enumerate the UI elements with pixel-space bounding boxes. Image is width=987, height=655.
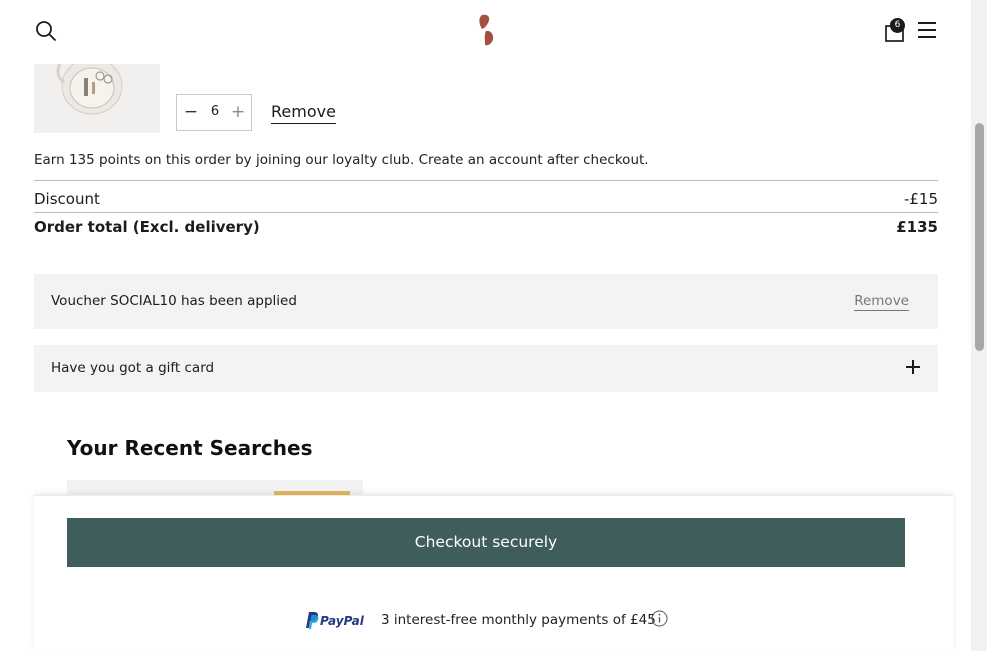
recent-searches-title: Your Recent Searches (67, 436, 313, 460)
search-icon[interactable] (34, 19, 58, 43)
site-header: 6 (0, 0, 971, 64)
discount-label: Discount (34, 190, 100, 208)
product-image[interactable] (34, 64, 160, 133)
paypal-installments-message: 3 interest-free monthly payments of £45 (381, 612, 656, 628)
increase-quantity-button[interactable]: + (230, 103, 246, 121)
scrollbar-thumb[interactable] (975, 123, 984, 351)
brand-logo[interactable] (476, 13, 498, 47)
divider (34, 180, 938, 181)
voucher-panel: Voucher SOCIAL10 has been applied Remove (34, 274, 938, 329)
voucher-applied-message: Voucher SOCIAL10 has been applied (51, 293, 297, 309)
paypal-logo: PayPal (304, 610, 370, 630)
plus-icon[interactable] (905, 359, 921, 375)
remove-voucher-link[interactable]: Remove (854, 293, 909, 311)
loyalty-message: Earn 135 points on this order by joining… (34, 152, 649, 168)
bag-count-badge: 6 (890, 18, 905, 33)
paypal-wordmark: PayPal (320, 614, 365, 628)
order-total-label: Order total (Excl. delivery) (34, 218, 260, 236)
decrease-quantity-button[interactable]: − (183, 103, 199, 121)
remove-item-link[interactable]: Remove (271, 102, 336, 124)
checkout-sticky-bar: Checkout securely PayPal 3 interest-free… (34, 495, 953, 652)
divider (34, 212, 938, 213)
quantity-stepper: − 6 + (176, 94, 252, 131)
discount-value: -£15 (903, 190, 938, 208)
order-total-value: £135 (896, 218, 938, 236)
gift-card-label: Have you got a gift card (51, 360, 215, 376)
hamburger-menu-icon[interactable] (917, 20, 937, 40)
checkout-button[interactable]: Checkout securely (67, 518, 905, 567)
info-icon[interactable] (651, 610, 668, 627)
quantity-value[interactable]: 6 (203, 104, 227, 119)
gift-card-accordion[interactable]: Have you got a gift card (34, 345, 938, 392)
